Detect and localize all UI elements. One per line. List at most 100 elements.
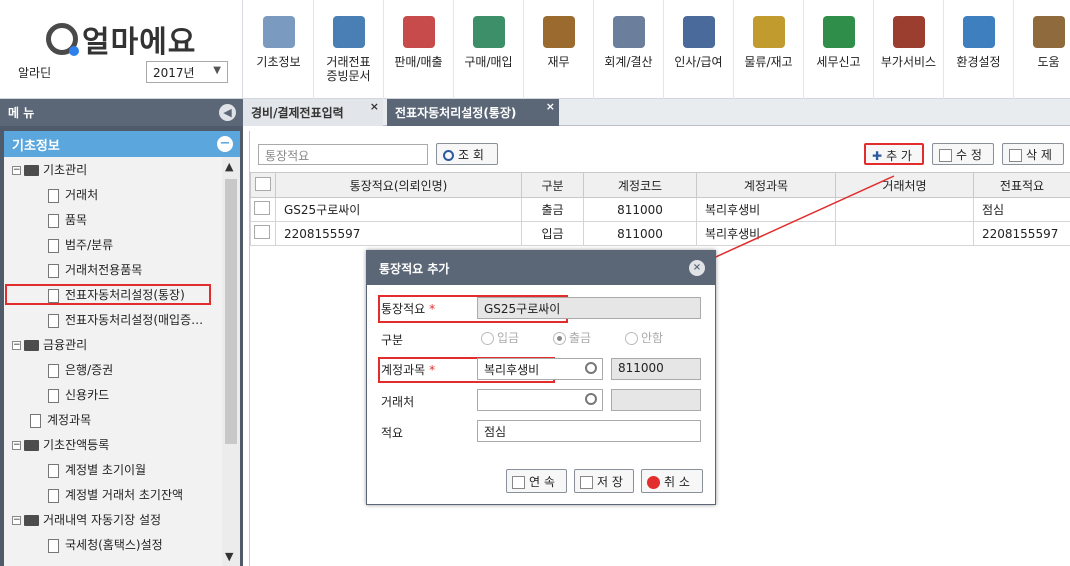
search-input[interactable]: 통장적요 [258, 144, 428, 165]
tree-item[interactable]: 은행/증권 [48, 359, 113, 381]
collapse-sidebar-icon[interactable]: ◀ [219, 104, 236, 121]
tab-label: 전표자동처리설정(통장) [395, 106, 517, 120]
type-radio-deposit[interactable]: 입금 [481, 329, 519, 346]
memo-input[interactable]: GS25구로싸이 [477, 297, 701, 319]
row-checkbox[interactable] [254, 201, 270, 215]
menu-item-label: 인사/급여 [674, 55, 723, 69]
menu-item[interactable]: 부가서비스 [874, 0, 944, 99]
account-value: 복리후생비 [484, 363, 540, 377]
tree-item[interactable]: 계정별 초기이월 [48, 459, 146, 481]
minus-icon[interactable]: − [217, 136, 233, 152]
menu-item[interactable]: 판매/매출 [384, 0, 454, 99]
tree-item[interactable]: 거래처전용품목 [48, 259, 142, 281]
tree-item[interactable]: 국세청(홈택스)설정 [48, 534, 163, 556]
column-header[interactable]: 계정과목 [696, 172, 836, 198]
cancel-button[interactable]: 취 소 [641, 469, 703, 493]
menu-item[interactable]: 재무 [524, 0, 594, 99]
search-icon[interactable] [585, 393, 597, 405]
save-button[interactable]: 저 장 [574, 469, 634, 493]
account-label: 계정과목 * [381, 361, 435, 378]
row-select-cell[interactable] [250, 221, 276, 246]
tree-item[interactable]: 계정과목 [30, 409, 91, 431]
tree-item[interactable]: 품목 [48, 209, 87, 231]
tree-item[interactable]: 전표자동처리설정(통장) [48, 284, 185, 306]
scroll-down-icon[interactable]: ▼ [225, 550, 233, 563]
menu-item[interactable]: 기초정보 [244, 0, 314, 99]
sidebar-scrollbar[interactable]: ▲ ▼ [222, 157, 240, 566]
partner-input[interactable] [477, 389, 603, 411]
collapse-icon[interactable]: − [12, 341, 21, 350]
menu-item[interactable]: 회계/결산 [594, 0, 664, 99]
search-icon[interactable] [585, 362, 597, 374]
document-icon [48, 263, 59, 278]
table-cell: GS25구로싸이 [275, 197, 522, 222]
tree-item[interactable]: − 금융관리 [12, 334, 87, 356]
menu-item[interactable]: 구매/매입 [454, 0, 524, 99]
sidebar-header-label: 메 뉴 [8, 106, 35, 120]
continue-label: 연 속 [529, 475, 555, 489]
account-input[interactable]: 복리후생비 [477, 358, 603, 380]
folder-icon [24, 165, 39, 176]
type-radio-withdraw[interactable]: 출금 [553, 329, 591, 346]
tree-item[interactable]: 거래처 [48, 184, 98, 206]
tree-item-label: 품목 [65, 213, 88, 227]
account-code-field: 811000 [611, 358, 701, 380]
logo-q-icon [46, 23, 79, 56]
continue-button[interactable]: 연 속 [506, 469, 567, 493]
tree-item[interactable]: − 거래내역 자동기장 설정 [12, 509, 161, 531]
year-select[interactable]: 2017년 ▼ [146, 61, 228, 83]
column-header[interactable]: 계정코드 [583, 172, 697, 198]
menu-item[interactable]: 도움 [1014, 0, 1070, 99]
select-all-cell[interactable] [250, 172, 276, 198]
tree-item[interactable]: − 기초관리 [12, 159, 87, 181]
sidebar-header: 메 뉴 ◀ [0, 99, 243, 126]
tree-item[interactable]: 신용카드 [48, 384, 109, 406]
folder-icon [24, 340, 39, 351]
table-row[interactable]: GS25구로싸이 출금 811000 복리후생비 점심 [250, 197, 1070, 222]
tree-item-label: 거래처전용품목 [65, 263, 143, 277]
menu-item[interactable]: 환경설정 [944, 0, 1014, 99]
add-memo-dialog: 통장적요 추가 × 통장적요 * GS25구로싸이 구분 입금 출금 안함 계정과목… [366, 250, 716, 505]
tab-expense-entry[interactable]: 경비/결제전표입력 × [243, 99, 383, 126]
collapse-icon[interactable]: − [12, 166, 21, 175]
menu-item-label: 구매/매입 [464, 55, 513, 69]
scroll-up-icon[interactable]: ▲ [225, 160, 233, 173]
row-checkbox[interactable] [254, 225, 270, 239]
menu-item[interactable]: 인사/급여 [664, 0, 734, 99]
close-icon[interactable]: × [370, 100, 379, 113]
menu-item-label: 물류/재고 [744, 55, 793, 69]
collapse-icon[interactable]: − [12, 516, 21, 525]
tab-auto-voucher-setting[interactable]: 전표자동처리설정(통장) × [387, 99, 559, 126]
select-all-checkbox[interactable] [255, 176, 271, 191]
menu-item[interactable]: 물류/재고 [734, 0, 804, 99]
collapse-icon[interactable]: − [12, 441, 21, 450]
menu-item[interactable]: 거래전표 증빙문서 [314, 0, 384, 99]
sidebar-section-title[interactable]: 기초정보 − [4, 131, 240, 157]
summary-label: 적요 [381, 426, 404, 440]
edit-button[interactable]: 수 정 [932, 143, 994, 165]
column-header[interactable]: 거래처명 [835, 172, 974, 198]
radio-icon [625, 332, 638, 345]
scroll-thumb[interactable] [225, 179, 237, 444]
document-icon [48, 288, 59, 303]
tree-item[interactable]: 범주/분류 [48, 234, 113, 256]
summary-input[interactable]: 점심 [477, 420, 701, 442]
memo-table: 통장적요(의뢰인명) 구분 계정코드 계정과목 거래처명 전표적요 GS25구로싸이 출금 8… [250, 172, 1070, 246]
close-icon[interactable]: × [546, 100, 555, 113]
table-row[interactable]: 2208155597 입금 811000 복리후생비 2208155597 [250, 221, 1070, 246]
add-button[interactable]: ✚ 추 가 [864, 143, 924, 165]
column-header[interactable]: 통장적요(의뢰인명) [275, 172, 522, 198]
tree-item-label: 금융관리 [43, 338, 88, 352]
close-icon[interactable]: × [689, 260, 705, 276]
query-button[interactable]: 조 회 [436, 143, 498, 165]
column-header[interactable]: 전표적요 [973, 172, 1070, 198]
tree-item[interactable]: − 기초잔액등록 [12, 434, 109, 456]
app-logo: 얼마에요 [46, 17, 196, 61]
tree-item[interactable]: 계정별 거래처 초기잔액 [48, 484, 183, 506]
menu-item[interactable]: 세무신고 [804, 0, 874, 99]
type-radio-none[interactable]: 안함 [625, 329, 663, 346]
delete-button[interactable]: 삭 제 [1002, 143, 1064, 165]
tree-item[interactable]: 전표자동처리설정(매입증… [48, 309, 203, 331]
column-header[interactable]: 구분 [521, 172, 584, 198]
row-select-cell[interactable] [250, 197, 276, 222]
